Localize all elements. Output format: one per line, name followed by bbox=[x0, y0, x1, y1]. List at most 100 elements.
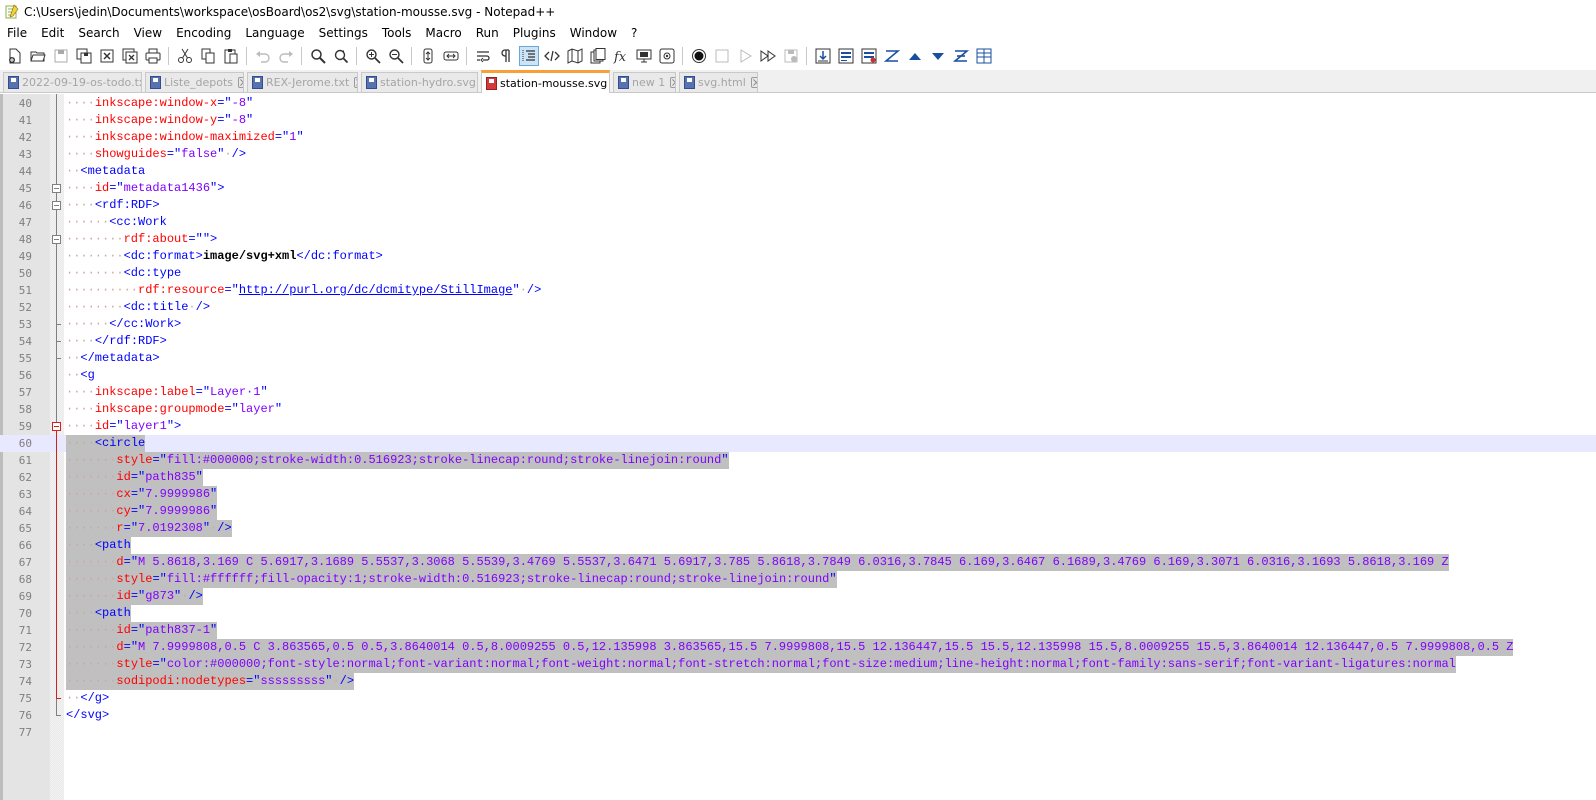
move-down-button[interactable] bbox=[928, 46, 948, 66]
tab-svg-html[interactable]: svg.html bbox=[679, 72, 758, 92]
reverse-sort-button[interactable] bbox=[951, 46, 971, 66]
user-defined-language-button[interactable] bbox=[542, 46, 562, 66]
code-line[interactable]: 59 ····id="layer1"> bbox=[0, 418, 1596, 435]
word-wrap-button[interactable] bbox=[473, 46, 493, 66]
code-line[interactable]: 63 ·······cx="7.9999986" bbox=[0, 486, 1596, 503]
tab-close-icon[interactable] bbox=[750, 77, 757, 88]
new-file-button[interactable] bbox=[5, 46, 25, 66]
tab-close-icon[interactable] bbox=[354, 77, 357, 88]
move-up-button[interactable] bbox=[905, 46, 925, 66]
code-line[interactable]: 75 ··</g> bbox=[0, 690, 1596, 707]
zoom-out-button[interactable] bbox=[386, 46, 406, 66]
code-line[interactable]: 69 ·······id="g873"·/> bbox=[0, 588, 1596, 605]
menu-encoding[interactable]: Encoding bbox=[169, 23, 238, 43]
menu-search[interactable]: Search bbox=[71, 23, 126, 43]
replace-button[interactable] bbox=[331, 46, 351, 66]
sync-vertical-button[interactable] bbox=[418, 46, 438, 66]
code-line[interactable]: 70 ····<path bbox=[0, 605, 1596, 622]
record-macro-button[interactable] bbox=[689, 46, 709, 66]
code-line[interactable]: 68 ·······style="fill:#ffffff;fill-opacit… bbox=[0, 571, 1596, 588]
playback-macro-button[interactable] bbox=[735, 46, 755, 66]
sync-horizontal-button[interactable] bbox=[441, 46, 461, 66]
tab-rex-jerome[interactable]: REX-Jerome.txt bbox=[247, 72, 358, 92]
find-button[interactable] bbox=[308, 46, 328, 66]
save-button[interactable] bbox=[51, 46, 71, 66]
code-line[interactable]: 48 ········rdf:about=""> bbox=[0, 231, 1596, 248]
fold-minus-icon[interactable] bbox=[52, 184, 61, 193]
menu-macro[interactable]: Macro bbox=[418, 23, 468, 43]
fold-minus-active-icon[interactable] bbox=[52, 422, 61, 431]
close-all-button[interactable] bbox=[120, 46, 140, 66]
code-line[interactable]: 60 ····<circle bbox=[0, 435, 1596, 452]
undo-button[interactable] bbox=[253, 46, 273, 66]
code-editor[interactable]: 40 ····inkscape:window-x="-8" 41 ····inksca… bbox=[0, 94, 1596, 800]
monitoring-button[interactable] bbox=[657, 46, 677, 66]
code-line[interactable]: 76 </svg> bbox=[0, 707, 1596, 724]
menu-edit[interactable]: Edit bbox=[34, 23, 71, 43]
code-line[interactable]: 56 ··<g bbox=[0, 367, 1596, 384]
code-line[interactable]: 64 ·······cy="7.9999986" bbox=[0, 503, 1596, 520]
indent-guide-button[interactable] bbox=[518, 46, 539, 66]
code-line[interactable]: 54 ····</rdf:RDF> bbox=[0, 333, 1596, 350]
save-all-button[interactable] bbox=[74, 46, 94, 66]
show-all-characters-button[interactable] bbox=[496, 46, 516, 66]
fold-minus-icon[interactable] bbox=[52, 201, 61, 210]
code-line[interactable]: 57 ····inkscape:label="Layer·1" bbox=[0, 384, 1596, 401]
code-line[interactable]: 51 ··········rdf:resource="http://purl.or… bbox=[0, 282, 1596, 299]
menu-language[interactable]: Language bbox=[238, 23, 311, 43]
code-line[interactable]: 72 ·······d="M 7.9999808,0.5 C 3.863565,0… bbox=[0, 639, 1596, 656]
code-line[interactable]: 58 ····inkscape:groupmode="layer" bbox=[0, 401, 1596, 418]
code-line[interactable]: 73 ·······style="color:#000000;font-style… bbox=[0, 656, 1596, 673]
copy-button[interactable] bbox=[198, 46, 218, 66]
menu-run[interactable]: Run bbox=[469, 23, 506, 43]
tab-close-icon[interactable] bbox=[670, 77, 675, 88]
tab-station-hydro[interactable]: station-hydro.svg bbox=[361, 72, 478, 92]
code-line[interactable]: 40 ····inkscape:window-x="-8" bbox=[0, 95, 1596, 112]
menu-tools[interactable]: Tools bbox=[375, 23, 419, 43]
stop-recording-button[interactable] bbox=[712, 46, 732, 66]
code-line[interactable]: 41 ····inkscape:window-y="-8" bbox=[0, 112, 1596, 129]
code-line[interactable]: 49 ········<dc:format>image/svg+xml</dc:f… bbox=[0, 248, 1596, 265]
document-list-button[interactable] bbox=[588, 46, 608, 66]
code-line[interactable]: 55 ··</metadata> bbox=[0, 350, 1596, 367]
trim-button[interactable] bbox=[813, 46, 833, 66]
code-line[interactable]: 53 ······</cc:Work> bbox=[0, 316, 1596, 333]
zoom-in-button[interactable] bbox=[363, 46, 383, 66]
code-line[interactable]: 67 ·······d="M 5.8618,3.169 C 5.6917,3.16… bbox=[0, 554, 1596, 571]
code-line[interactable]: 45 ····id="metadata1436"> bbox=[0, 180, 1596, 197]
code-line[interactable]: 66 ····<path bbox=[0, 537, 1596, 554]
folder-as-workspace-button[interactable] bbox=[634, 46, 654, 66]
tab-2022-09-19-os-todo[interactable]: 2022-09-19-os-todo.txt bbox=[3, 72, 142, 92]
menu-help[interactable]: ? bbox=[624, 23, 644, 43]
space-to-tab-button[interactable] bbox=[859, 46, 879, 66]
save-macro-button[interactable] bbox=[781, 46, 801, 66]
tab-close-icon[interactable] bbox=[238, 77, 243, 88]
redo-button[interactable] bbox=[276, 46, 296, 66]
code-line[interactable]: 65 ·······r="7.0192308"·/> bbox=[0, 520, 1596, 537]
code-line[interactable]: 47 ······<cc:Work bbox=[0, 214, 1596, 231]
menu-file[interactable]: File bbox=[0, 23, 34, 43]
code-line[interactable]: 52 ········<dc:title·/> bbox=[0, 299, 1596, 316]
sort-button[interactable] bbox=[882, 46, 902, 66]
run-macro-multiple-button[interactable] bbox=[758, 46, 778, 66]
tab-to-space-button[interactable] bbox=[836, 46, 856, 66]
tab-new-1[interactable]: new 1 bbox=[613, 72, 676, 92]
tab-station-mousse[interactable]: station-mousse.svg bbox=[481, 70, 610, 93]
cut-button[interactable] bbox=[175, 46, 195, 66]
tab-liste-depots[interactable]: Liste_depots bbox=[145, 72, 244, 92]
menu-view[interactable]: View bbox=[127, 23, 169, 43]
code-line[interactable]: 44 ··<metadata bbox=[0, 163, 1596, 180]
code-line[interactable]: 43 ····showguides="false"·/> bbox=[0, 146, 1596, 163]
code-line[interactable]: 62 ·······id="path835" bbox=[0, 469, 1596, 486]
menu-settings[interactable]: Settings bbox=[312, 23, 375, 43]
document-map-button[interactable] bbox=[565, 46, 585, 66]
code-line[interactable]: 42 ····inkscape:window-maximized="1" bbox=[0, 129, 1596, 146]
fold-minus-icon[interactable] bbox=[52, 235, 61, 244]
open-file-button[interactable] bbox=[28, 46, 48, 66]
code-line[interactable]: 77 bbox=[0, 724, 1596, 741]
column-editor-button[interactable] bbox=[974, 46, 994, 66]
code-line[interactable]: 50 ········<dc:type bbox=[0, 265, 1596, 282]
menu-window[interactable]: Window bbox=[563, 23, 624, 43]
menu-plugins[interactable]: Plugins bbox=[506, 23, 563, 43]
code-line[interactable]: 61 ·······style="fill:#000000;stroke-widt… bbox=[0, 452, 1596, 469]
